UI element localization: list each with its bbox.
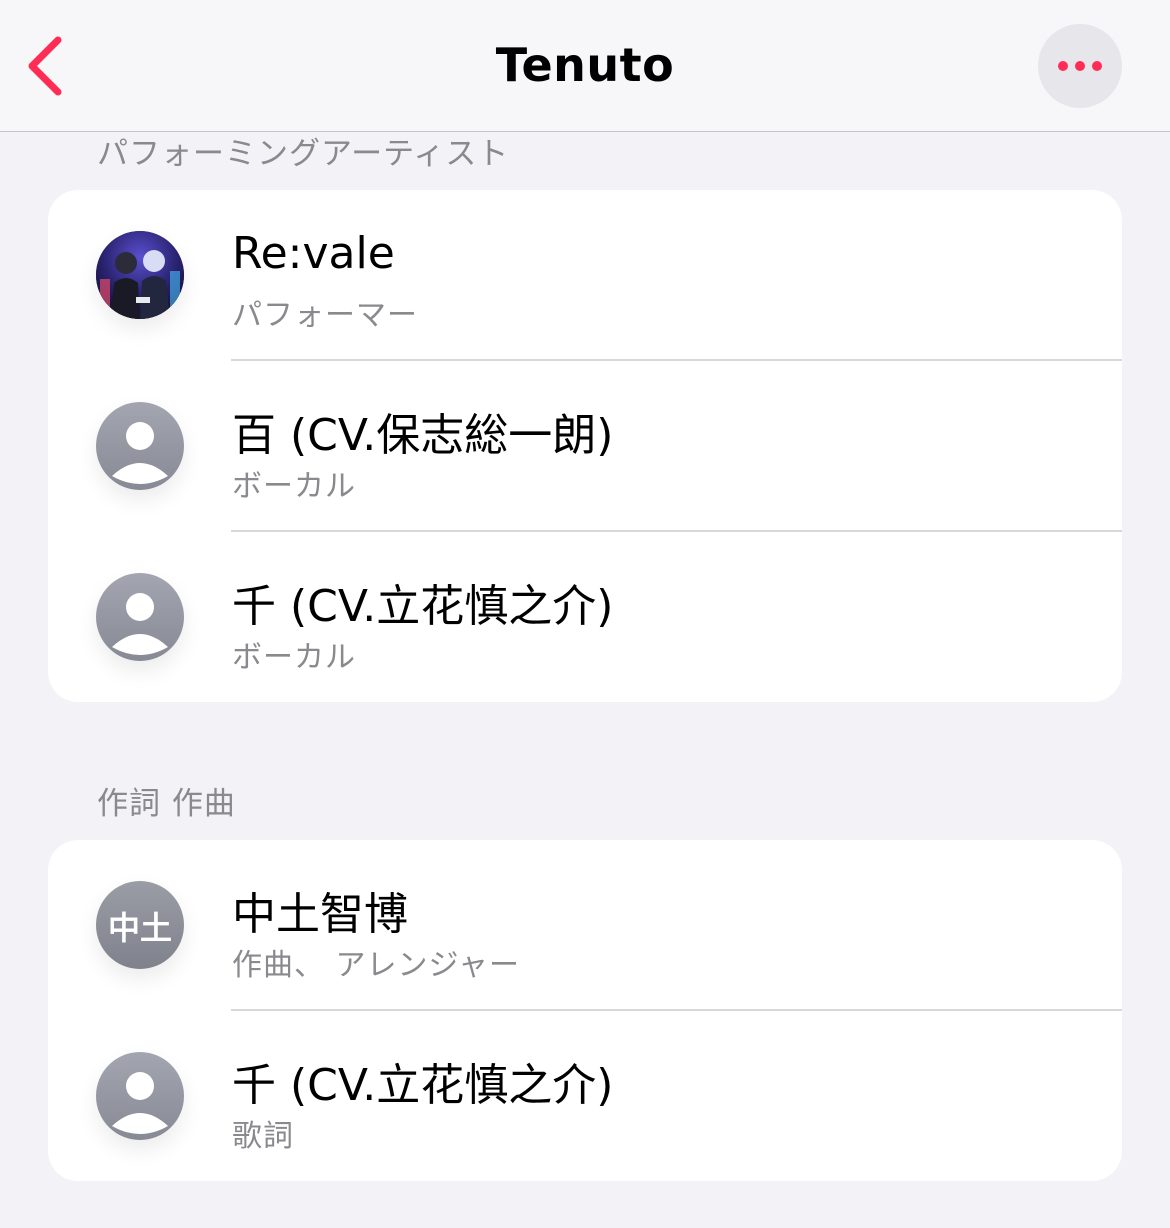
item-name: 中土智博	[232, 889, 408, 940]
item-name: 千 (CV.立花慎之介)	[232, 581, 614, 632]
ellipsis-icon	[1058, 61, 1102, 71]
performers-card: Re:vale パフォーマー 百 (CV.保志総一朗) ボーカル 千 (CV.立…	[48, 190, 1122, 702]
section-header-writers: 作詞 作曲	[97, 786, 236, 822]
list-item[interactable]: 千 (CV.立花慎之介) 歌詞	[48, 1011, 1122, 1181]
page-title: Tenuto	[495, 38, 675, 92]
list-item[interactable]: 千 (CV.立花慎之介) ボーカル	[48, 532, 1122, 702]
person-placeholder-icon	[96, 1052, 184, 1140]
more-options-button[interactable]	[1038, 24, 1122, 108]
item-role: 作曲、 アレンジャー	[232, 948, 521, 983]
artist-avatar	[96, 231, 184, 319]
person-placeholder-icon	[96, 573, 184, 661]
item-role: 歌詞	[232, 1119, 294, 1154]
section-header-performers: パフォーミングアーティスト	[97, 136, 510, 172]
item-name: Re:vale	[232, 228, 395, 279]
item-name: 百 (CV.保志総一朗)	[232, 410, 614, 461]
person-placeholder-icon	[96, 402, 184, 490]
list-item[interactable]: Re:vale パフォーマー	[48, 190, 1122, 361]
list-item[interactable]: 百 (CV.保志総一朗) ボーカル	[48, 361, 1122, 532]
item-role: パフォーマー	[232, 298, 418, 333]
avatar-initials: 中土	[107, 909, 172, 947]
item-role: ボーカル	[232, 469, 356, 504]
item-name: 千 (CV.立花慎之介)	[232, 1060, 614, 1111]
navigation-bar: Tenuto	[0, 0, 1170, 132]
initials-avatar: 中土	[96, 881, 184, 969]
item-role: ボーカル	[232, 640, 356, 675]
list-item[interactable]: 中土 中土智博 作曲、 アレンジャー	[48, 840, 1122, 1011]
writers-card: 中土 中土智博 作曲、 アレンジャー 千 (CV.立花慎之介) 歌詞	[48, 840, 1122, 1181]
